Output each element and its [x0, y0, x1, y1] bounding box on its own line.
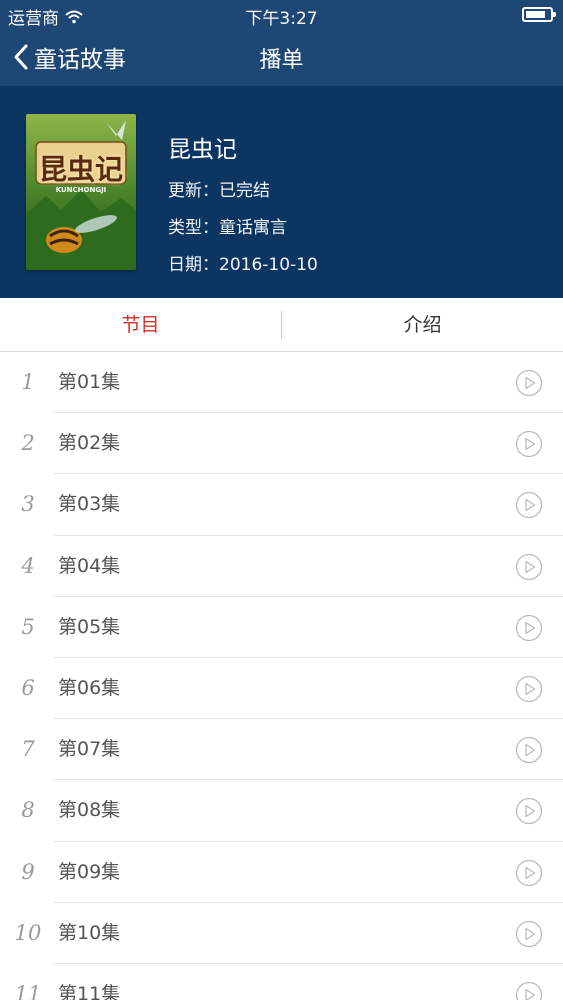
- episode-title: 第02集: [58, 432, 121, 455]
- album-cover: 昆虫记 KUNCHONGJI: [26, 114, 136, 270]
- album-info: 昆虫记 更新：已完结 类型：童话寓言 日期：2016-10-10: [168, 130, 318, 287]
- tab-episodes[interactable]: 节目: [0, 298, 281, 352]
- episode-number: 2: [21, 431, 35, 456]
- play-circle-icon[interactable]: [515, 859, 543, 887]
- play-circle-icon[interactable]: [515, 797, 543, 825]
- play-circle-icon[interactable]: [515, 430, 543, 458]
- nav-bar: 童话故事 播单: [0, 30, 563, 86]
- episode-title: 第04集: [58, 554, 121, 577]
- album-update: 更新：已完结: [168, 181, 270, 201]
- play-circle-icon[interactable]: [515, 491, 543, 519]
- album-header: 昆虫记 KUNCHONGJI 昆虫记 更新：已完结 类型：童话寓言 日期：201…: [0, 86, 563, 298]
- battery-icon: [522, 7, 556, 22]
- status-bar: 运营商 下午3:27: [0, 0, 563, 30]
- episode-title: 第06集: [58, 676, 121, 699]
- episode-row[interactable]: 4 第04集: [0, 536, 563, 597]
- status-time: 下午3:27: [245, 9, 318, 29]
- episode-title: 第09集: [58, 860, 121, 883]
- episode-title: 第10集: [58, 921, 121, 944]
- cover-title: 昆虫记: [38, 153, 123, 186]
- album-date: 日期：2016-10-10: [168, 255, 318, 275]
- play-circle-icon[interactable]: [515, 736, 543, 764]
- episode-number: 9: [21, 859, 35, 884]
- episode-row[interactable]: 1 第01集: [0, 352, 563, 414]
- play-circle-icon[interactable]: [515, 981, 543, 1000]
- episode-row[interactable]: 6 第06集: [0, 658, 563, 720]
- episode-row[interactable]: 2 第02集: [0, 413, 563, 475]
- tab-bar: 节目 介绍: [0, 298, 563, 352]
- back-label: 童话故事: [34, 47, 126, 73]
- episode-title: 第08集: [58, 799, 121, 822]
- episode-number: 11: [14, 981, 42, 1000]
- episode-number: 1: [21, 370, 35, 394]
- episode-title: 第05集: [58, 615, 121, 638]
- cover-subtitle: KUNCHONGJI: [55, 186, 107, 194]
- episode-number: 10: [14, 920, 42, 945]
- back-button[interactable]: 童话故事: [14, 40, 126, 74]
- play-circle-icon[interactable]: [515, 553, 543, 581]
- play-circle-icon[interactable]: [515, 614, 543, 642]
- episode-row[interactable]: 5 第05集: [0, 597, 563, 658]
- album-name: 昆虫记: [168, 137, 237, 163]
- episode-list: 1 第01集 2 第02集 3 第03集 4 第04集 5 第05集 6 第06集 7 第07集 8 第08集…: [0, 352, 563, 1000]
- episode-row[interactable]: 10 第10集: [0, 903, 563, 964]
- episode-title: 第03集: [58, 493, 121, 516]
- episode-row[interactable]: 7 第07集: [0, 719, 563, 781]
- episode-number: 6: [21, 675, 35, 700]
- episode-number: 5: [21, 614, 35, 639]
- play-circle-icon[interactable]: [515, 920, 543, 948]
- episode-row[interactable]: 11 第11集: [0, 964, 563, 1000]
- chevron-left-icon: [14, 44, 28, 70]
- play-circle-icon[interactable]: [515, 369, 543, 397]
- episode-title: 第07集: [58, 738, 121, 761]
- album-type: 类型：童话寓言: [168, 218, 287, 238]
- episode-number: 3: [21, 492, 35, 517]
- episode-title: 第11集: [58, 982, 121, 1000]
- play-circle-icon[interactable]: [515, 675, 543, 703]
- episode-row[interactable]: 9 第09集: [0, 842, 563, 903]
- episode-number: 7: [21, 737, 35, 762]
- episode-title: 第01集: [58, 371, 121, 393]
- episode-row[interactable]: 8 第08集: [0, 780, 563, 842]
- episode-row[interactable]: 3 第03集: [0, 474, 563, 536]
- episode-number: 4: [21, 553, 35, 578]
- episode-number: 8: [21, 798, 35, 823]
- tab-intro[interactable]: 介绍: [282, 298, 563, 352]
